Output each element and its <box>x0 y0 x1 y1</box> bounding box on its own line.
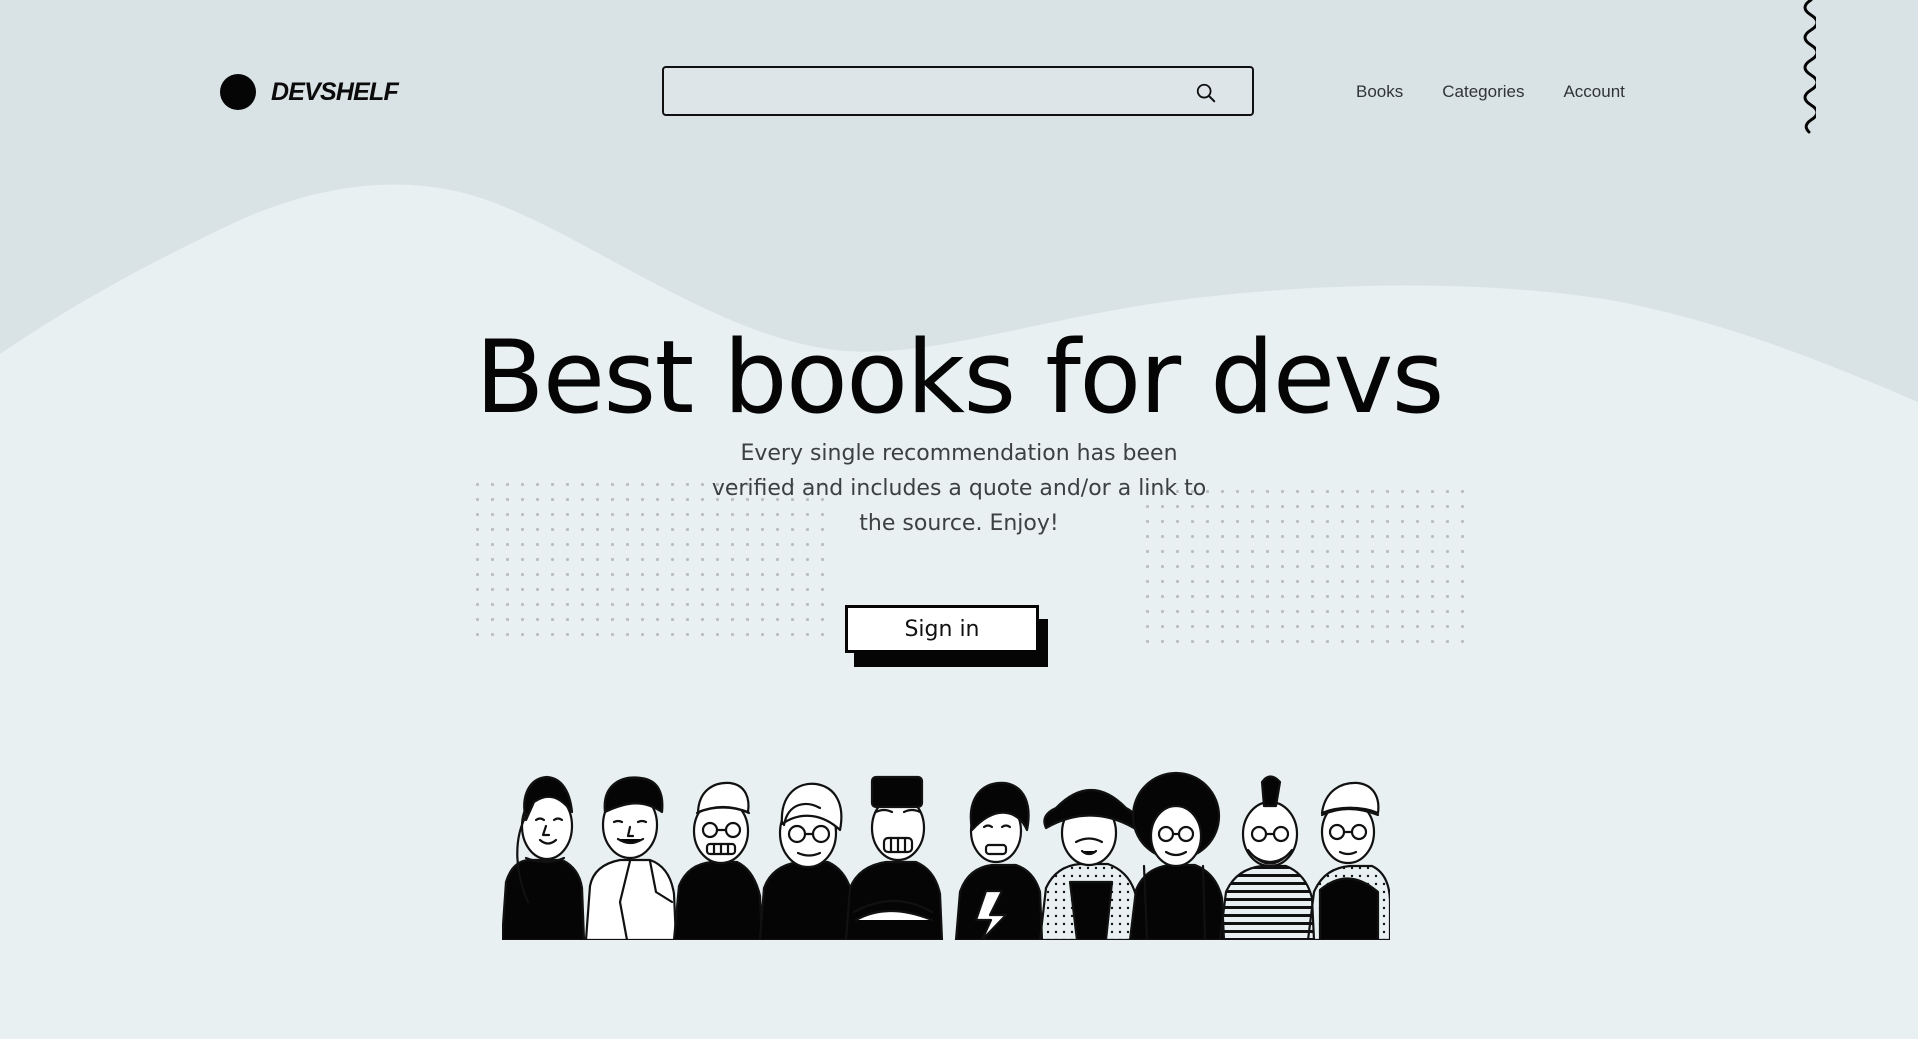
hero-section: Best books for devs Every single recomme… <box>0 0 1918 1039</box>
hero-title: Best books for devs <box>475 317 1444 436</box>
sign-in-button[interactable]: Sign in <box>845 605 1039 653</box>
developers-illustration <box>502 771 1390 940</box>
sign-in-button-container: Sign in <box>845 605 1048 667</box>
decorative-dot-grid-right <box>1140 484 1466 644</box>
decorative-dot-grid-left <box>470 477 830 637</box>
